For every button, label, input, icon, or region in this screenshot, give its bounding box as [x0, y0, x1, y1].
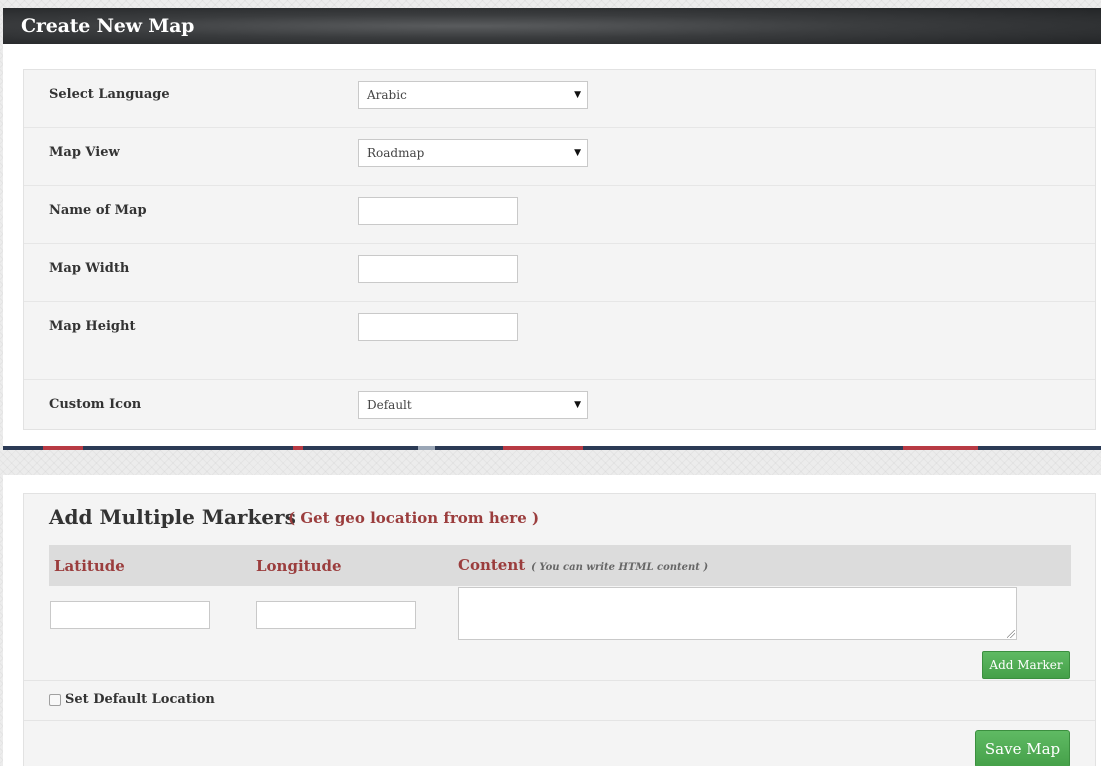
default-location-label: Set Default Location — [65, 692, 215, 707]
map-height-label: Map Height — [49, 319, 136, 334]
page-title: Create New Map — [3, 8, 1101, 44]
longitude-input[interactable] — [256, 601, 416, 629]
map-width-input[interactable] — [358, 255, 518, 283]
map-width-label: Map Width — [49, 261, 130, 276]
custom-icon-value: Default — [367, 398, 412, 412]
resize-grip-icon[interactable] — [1007, 630, 1015, 638]
markers-panel: Add Multiple Markers ( Get geo location … — [3, 475, 1101, 766]
map-name-input[interactable] — [358, 197, 518, 225]
form-row-custom-icon: Custom Icon Default ▼ — [24, 380, 1095, 431]
content-textarea[interactable] — [458, 587, 1017, 640]
map-height-input[interactable] — [358, 313, 518, 341]
default-location-option[interactable]: Set Default Location — [49, 692, 215, 707]
form-row-name: Name of Map — [24, 186, 1095, 244]
latitude-input[interactable] — [50, 601, 210, 629]
default-location-checkbox[interactable] — [49, 693, 61, 706]
form-row-height: Map Height — [24, 302, 1095, 380]
markers-title: Add Multiple Markers — [49, 505, 296, 529]
map-name-label: Name of Map — [49, 203, 147, 218]
custom-icon-label: Custom Icon — [49, 397, 142, 412]
map-view-value: Roadmap — [367, 146, 425, 160]
longitude-header: Longitude — [256, 557, 342, 575]
language-value: Arabic — [367, 88, 407, 102]
add-marker-button[interactable]: Add Marker — [982, 651, 1070, 679]
custom-icon-select[interactable]: Default ▼ — [358, 391, 588, 419]
content-header-label: Content — [458, 556, 526, 574]
divider — [24, 720, 1095, 721]
dropdown-arrow-icon: ▼ — [574, 400, 581, 410]
language-label: Select Language — [49, 87, 170, 102]
content-note: ( You can write HTML content ) — [531, 562, 709, 573]
latitude-header: Latitude — [54, 557, 125, 575]
dropdown-arrow-icon: ▼ — [574, 148, 581, 158]
divider — [24, 680, 1095, 681]
decorative-divider — [3, 446, 1101, 450]
geo-location-link[interactable]: ( Get geo location from here ) — [288, 509, 539, 527]
map-view-select[interactable]: Roadmap ▼ — [358, 139, 588, 167]
form-row-width: Map Width — [24, 244, 1095, 302]
map-settings-form: Select Language Arabic ▼ Map View Roadma… — [23, 69, 1096, 430]
save-map-button[interactable]: Save Map — [975, 730, 1070, 766]
form-row-map-view: Map View Roadmap ▼ — [24, 128, 1095, 186]
dropdown-arrow-icon: ▼ — [574, 90, 581, 100]
form-row-language: Select Language Arabic ▼ — [24, 70, 1095, 128]
content-header: Content ( You can write HTML content ) — [458, 556, 708, 574]
markers-table-header: Latitude Longitude Content ( You can writ… — [49, 545, 1071, 586]
markers-form: Add Multiple Markers ( Get geo location … — [23, 493, 1096, 766]
create-map-panel: Select Language Arabic ▼ Map View Roadma… — [3, 44, 1101, 446]
language-select[interactable]: Arabic ▼ — [358, 81, 588, 109]
map-view-label: Map View — [49, 145, 120, 160]
